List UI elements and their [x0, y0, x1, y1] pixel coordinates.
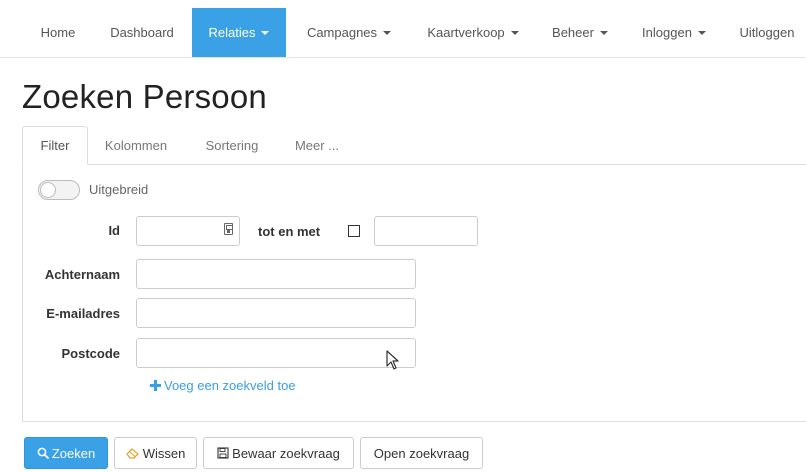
- nav-item-home[interactable]: Home: [28, 8, 88, 57]
- nav-item-label: Uitloggen: [739, 25, 795, 40]
- floppy-disk-icon: [217, 447, 229, 459]
- id-label: Id: [108, 223, 120, 238]
- nav-item-inloggen[interactable]: Inloggen: [628, 8, 720, 57]
- tab-kolommen[interactable]: Kolommen: [92, 126, 180, 165]
- nav-item-campagnes[interactable]: Campagnes: [292, 8, 406, 57]
- mouse-pointer-icon: [386, 350, 399, 370]
- toggle-label: Uitgebreid: [89, 182, 149, 197]
- caret-down-icon: [510, 30, 519, 35]
- nav-item-label: Inloggen: [642, 25, 692, 40]
- caret-down-icon: [383, 30, 392, 35]
- postcode-field[interactable]: [136, 338, 416, 368]
- nav-item-kaartverkoop[interactable]: Kaartverkoop: [412, 8, 534, 57]
- add-field-label: Voeg een zoekveld toe: [164, 378, 296, 393]
- uitgebreid-toggle[interactable]: [38, 180, 80, 200]
- clear-button-label: Wissen: [142, 445, 186, 461]
- plus-icon: [150, 380, 161, 391]
- open-query-label: Open zoekvraag: [373, 445, 470, 461]
- tab-filter[interactable]: Filter: [22, 126, 88, 165]
- calculator-icon[interactable]: [224, 223, 233, 235]
- save-query-label: Bewaar zoekvraag: [232, 445, 340, 461]
- range-checkbox[interactable]: [348, 225, 360, 237]
- toggle-knob: [40, 182, 56, 198]
- search-button-label: Zoeken: [51, 445, 96, 461]
- caret-down-icon: [697, 30, 706, 35]
- achternaam-label: Achternaam: [44, 267, 120, 282]
- postcode-label: Postcode: [61, 346, 120, 361]
- tab-sortering[interactable]: Sortering: [190, 126, 274, 165]
- main-navbar: Home Dashboard Relaties Campagnes Kaartv…: [0, 0, 806, 58]
- achternaam-field[interactable]: [136, 259, 416, 289]
- open-query-button[interactable]: Open zoekvraag: [360, 437, 483, 469]
- tab-label: Kolommen: [104, 138, 168, 153]
- search-button[interactable]: Zoeken: [24, 437, 108, 469]
- add-search-field-link[interactable]: Voeg een zoekveld toe: [150, 378, 296, 393]
- tab-meer[interactable]: Meer ...: [282, 126, 352, 165]
- eraser-icon: [126, 448, 139, 459]
- nav-item-label: Home: [40, 25, 76, 40]
- nav-item-uitloggen[interactable]: Uitloggen: [728, 8, 806, 57]
- search-icon: [37, 447, 49, 459]
- save-query-button[interactable]: Bewaar zoekvraag: [203, 437, 354, 469]
- email-field[interactable]: [136, 298, 416, 328]
- page-title: Zoeken Persoon: [22, 78, 267, 115]
- range-label: tot en met: [258, 224, 321, 239]
- id-to-field[interactable]: [374, 216, 478, 246]
- tab-label: Sortering: [205, 138, 259, 153]
- nav-item-label: Relaties: [208, 25, 256, 40]
- nav-item-label: Campagnes: [306, 25, 378, 40]
- nav-item-label: Dashboard: [110, 25, 174, 40]
- nav-item-dashboard[interactable]: Dashboard: [96, 8, 188, 57]
- email-label: E-mailadres: [46, 306, 120, 321]
- caret-down-icon: [261, 30, 270, 35]
- tab-label: Meer ...: [294, 138, 340, 153]
- nav-item-label: Beheer: [552, 25, 594, 40]
- tab-label: Filter: [40, 138, 70, 153]
- nav-item-relaties[interactable]: Relaties: [192, 8, 286, 57]
- caret-down-icon: [599, 30, 608, 35]
- nav-item-label: Kaartverkoop: [427, 25, 505, 40]
- nav-item-beheer[interactable]: Beheer: [540, 8, 620, 57]
- filter-panel: [22, 165, 806, 422]
- clear-button[interactable]: Wissen: [114, 437, 197, 469]
